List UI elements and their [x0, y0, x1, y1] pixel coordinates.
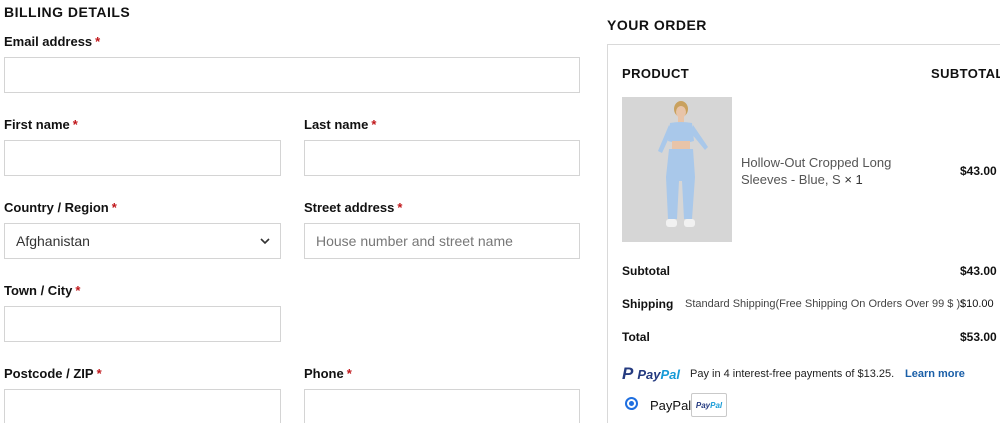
phone-field[interactable] [304, 389, 580, 423]
street-address-field[interactable]: House number and street name [304, 223, 580, 259]
last-name-field[interactable] [304, 140, 580, 176]
product-price: $43.00 [960, 164, 997, 178]
required-mark: * [397, 200, 403, 215]
paypal-option-label[interactable]: PayPal [650, 398, 691, 413]
street-address-label: Street address * [304, 200, 403, 215]
product-image[interactable] [622, 97, 732, 242]
shipping-method: Standard Shipping(Free Shipping On Order… [685, 298, 964, 310]
email-field[interactable] [4, 57, 580, 93]
your-order-title: YOUR ORDER [607, 17, 707, 33]
required-mark: * [111, 200, 117, 215]
paypal-wordmark-pal: Pal [660, 366, 680, 382]
required-mark: * [75, 283, 81, 298]
shipping-value: $10.00 [960, 298, 994, 310]
first-name-label: First name * [4, 117, 78, 132]
country-select[interactable]: Afghanistan [4, 223, 281, 259]
subtotal-label: Subtotal [622, 264, 670, 278]
email-label: Email address * [4, 34, 101, 49]
paypal-pay-in-4-message: Pay in 4 interest-free payments of $13.2… [690, 368, 895, 380]
chevron-down-icon [260, 238, 270, 245]
required-mark: * [346, 366, 352, 381]
paypal-wordmark-pay: Pay [637, 366, 661, 382]
product-quantity: × 1 [844, 172, 863, 187]
total-label: Total [622, 330, 650, 344]
product-column-header: PRODUCT [622, 66, 690, 81]
required-mark: * [72, 117, 78, 132]
country-selected-value: Afghanistan [16, 233, 90, 249]
required-mark: * [371, 117, 377, 132]
product-name: Hollow-Out Cropped Long Sleeves - Blue, … [741, 155, 892, 187]
required-mark: * [96, 366, 102, 381]
paypal-p-icon: P [622, 364, 634, 383]
postcode-field[interactable] [4, 389, 281, 423]
paypal-radio[interactable] [625, 397, 638, 410]
subtotal-column-header: SUBTOTAL [931, 66, 1000, 81]
paypal-learn-more-link[interactable]: Learn more [905, 368, 965, 380]
country-label: Country / Region * [4, 200, 117, 215]
billing-details-title: BILLING DETAILS [4, 4, 131, 20]
phone-label: Phone * [304, 366, 352, 381]
city-field[interactable] [4, 306, 281, 342]
total-value: $53.00 [960, 330, 997, 344]
paypal-badge-icon: Pay Pal [691, 393, 727, 417]
shipping-label: Shipping [622, 297, 674, 311]
required-mark: * [95, 34, 101, 49]
last-name-label: Last name * [304, 117, 377, 132]
postcode-label: Postcode / ZIP * [4, 366, 102, 381]
first-name-field[interactable] [4, 140, 281, 176]
city-label: Town / City * [4, 283, 81, 298]
paypal-logo: P Pay Pal [622, 364, 680, 384]
model-figure-illustration [622, 97, 732, 242]
subtotal-value: $43.00 [960, 264, 997, 278]
